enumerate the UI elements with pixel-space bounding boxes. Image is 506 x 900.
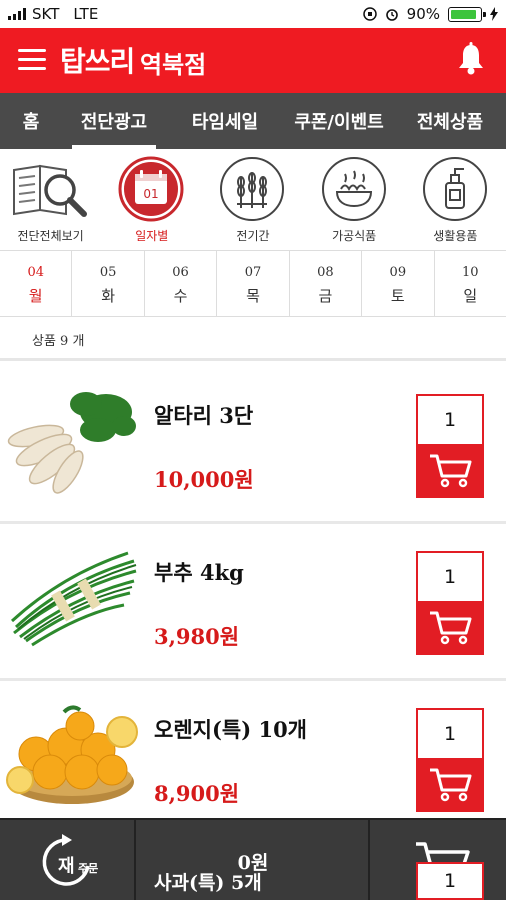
calendar-icon: 01 [118, 156, 184, 222]
date-day: 05 [99, 265, 117, 280]
date-tab[interactable]: 07 목 [217, 251, 290, 316]
date-weekday: 월 [28, 287, 43, 305]
tab-all-products[interactable]: 전체상품 [394, 93, 506, 149]
branch-name: 역북점 [140, 51, 207, 79]
date-day: 06 [172, 265, 189, 280]
cart-icon [430, 768, 472, 802]
category-row: 전단전체보기 01 일자별 전기간 가공식품 생활용품 [0, 153, 506, 248]
date-weekday: 수 [173, 287, 188, 305]
app-header: 탑쓰리 역북점 [0, 28, 506, 93]
tab-flyer[interactable]: 전단광고 [62, 93, 166, 149]
category-label: 생활용품 [433, 229, 478, 243]
quantity-input[interactable]: 1 [418, 710, 482, 758]
main-nav: 홈 전단광고 타임세일 쿠폰/이벤트 전체상품 [0, 93, 506, 149]
quantity-input[interactable]: 1 [416, 862, 484, 900]
date-tab[interactable]: 10 일 [435, 251, 506, 316]
network-label: LTE [73, 5, 99, 23]
pump-bottle-icon [422, 157, 487, 221]
tab-home[interactable]: 홈 [0, 93, 62, 149]
date-weekday: 금 [318, 287, 333, 305]
category-by-date[interactable]: 01 일자별 [101, 153, 202, 248]
quantity-input[interactable]: 1 [418, 396, 482, 444]
category-household[interactable]: 생활용품 [405, 153, 506, 248]
brand-logo: 탑쓰리 [60, 45, 135, 78]
wheat-icon [220, 157, 285, 221]
date-day: 08 [317, 265, 334, 280]
alarm-icon [385, 9, 398, 21]
product-image[interactable] [6, 698, 141, 810]
category-all-period[interactable]: 전기간 [202, 153, 303, 248]
cart-icon [430, 454, 472, 488]
date-tab[interactable]: 05 화 [72, 251, 145, 316]
product-name[interactable]: 부추 4kg [154, 557, 244, 587]
quantity-box: 1 [416, 551, 484, 655]
quantity-box: 1 [416, 708, 484, 812]
date-day: 09 [389, 265, 407, 280]
noodle-bowl-icon [321, 157, 386, 221]
add-to-cart-button[interactable] [418, 444, 482, 496]
product-count: 상품 9 개 [32, 334, 85, 349]
date-day: 04 [27, 265, 44, 280]
product-price: 8,900원 [154, 781, 240, 806]
lock-rotation-icon [362, 7, 377, 21]
menu-icon[interactable] [18, 44, 48, 74]
date-day: 10 [461, 265, 479, 280]
product-image[interactable] [6, 541, 141, 653]
date-tab[interactable]: 06 수 [145, 251, 218, 316]
tab-coupon-event[interactable]: 쿠폰/이벤트 [284, 93, 394, 149]
battery-icon [448, 6, 486, 22]
category-all-flyer[interactable]: 전단전체보기 [0, 153, 101, 248]
date-tabs: 04 월 05 화 06 수 07 목 08 금 09 토 10 일 [0, 250, 506, 317]
reorder-icon: 재 주문 [42, 834, 98, 886]
category-label: 전단전체보기 [17, 229, 84, 243]
category-label: 일자별 [135, 229, 169, 243]
status-bar: SKT LTE 90% [0, 0, 506, 28]
product-item: 부추 4kg 3,980원 1 [0, 521, 506, 678]
quantity-input[interactable]: 1 [418, 553, 482, 601]
product-name[interactable]: 사과(특) 5개 [154, 868, 262, 895]
product-image[interactable] [6, 384, 141, 496]
carrier-label: SKT [32, 5, 60, 23]
calendar-number: 01 [144, 187, 159, 201]
product-item: 오렌지(특) 10개 8,900원 1 [0, 678, 506, 835]
date-day: 07 [244, 265, 262, 280]
battery-percent: 90% [406, 5, 440, 23]
product-price: 3,980원 [154, 624, 240, 649]
date-tab[interactable]: 04 월 [0, 251, 73, 316]
date-weekday: 일 [463, 287, 478, 305]
signal-icon [8, 8, 26, 20]
date-weekday: 화 [101, 287, 116, 305]
cart-icon [430, 611, 472, 645]
tab-timesale[interactable]: 타임세일 [166, 93, 284, 149]
product-price: 10,000원 [154, 467, 254, 492]
reorder-button[interactable]: 재 주문 [0, 820, 136, 900]
product-name[interactable]: 알타리 3단 [154, 400, 253, 430]
reorder-label: 재 [58, 856, 75, 877]
add-to-cart-button[interactable] [418, 601, 482, 653]
add-to-cart-button[interactable] [418, 758, 482, 810]
magnifier-book-icon [13, 164, 87, 217]
bell-icon[interactable] [456, 42, 486, 76]
category-processed-food[interactable]: 가공식품 [304, 153, 405, 248]
quantity-box: 1 [416, 394, 484, 498]
charging-icon [490, 7, 498, 21]
date-tab[interactable]: 08 금 [290, 251, 363, 316]
product-item: 알타리 3단 10,000원 1 [0, 364, 506, 521]
category-label: 전기간 [236, 229, 270, 243]
product-name[interactable]: 오렌지(특) 10개 [154, 714, 307, 744]
date-tab[interactable]: 09 토 [362, 251, 435, 316]
date-weekday: 토 [390, 287, 405, 305]
divider [0, 358, 506, 361]
date-weekday: 목 [246, 287, 260, 305]
reorder-sublabel: 주문 [78, 862, 98, 875]
category-label: 가공식품 [332, 229, 377, 243]
